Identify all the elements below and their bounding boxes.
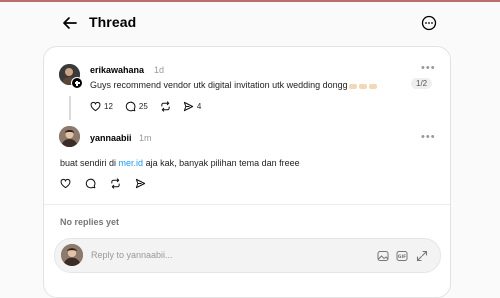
more-circle-icon[interactable] (421, 15, 437, 31)
repost-button[interactable] (160, 101, 171, 112)
avatar (61, 244, 83, 266)
page-title: Thread (89, 14, 137, 30)
reply-text: buat sendiri di mer.id aja kak, banyak p… (60, 158, 300, 168)
reply-input[interactable]: Reply to yannaabii... GIF (54, 238, 441, 273)
share-icon (183, 101, 194, 112)
reply-text-part: buat sendiri di (60, 158, 119, 168)
reply-placeholder: Reply to yannaabii... (91, 250, 173, 260)
svg-text:GIF: GIF (398, 254, 406, 260)
like-button[interactable]: 12 (90, 101, 113, 112)
thread-header: Thread (0, 0, 500, 46)
repost-icon (110, 178, 121, 189)
back-arrow-icon[interactable] (62, 15, 78, 31)
share-count: 4 (196, 102, 202, 111)
reply-link[interactable]: mer.id (119, 158, 144, 168)
post-text: Guys recommend vendor utk digital invita… (90, 80, 379, 91)
share-button[interactable]: 4 (183, 101, 201, 112)
comment-icon (125, 101, 136, 112)
post-username[interactable]: erikawahana (90, 65, 144, 75)
share-icon (135, 178, 146, 189)
follow-plus-icon[interactable] (71, 77, 83, 89)
reply-time: 1m (139, 133, 152, 143)
repost-button[interactable] (110, 178, 121, 189)
avatar[interactable] (59, 126, 80, 147)
gif-icon[interactable]: GIF (396, 249, 408, 261)
comment-icon (85, 178, 96, 189)
thread-line (69, 96, 71, 120)
more-dots-icon[interactable]: ••• (421, 131, 436, 143)
share-button[interactable] (135, 178, 146, 189)
post-text-content: Guys recommend vendor utk digital invita… (90, 80, 348, 90)
expand-icon[interactable] (416, 249, 428, 262)
like-count: 12 (104, 102, 113, 111)
comment-button[interactable] (85, 178, 96, 189)
image-pager-badge[interactable]: 1/2 (411, 78, 433, 89)
post-time: 1d (154, 65, 165, 75)
thread-card: erikawahana 1d ••• Guys recommend vendor… (43, 46, 451, 298)
reply-actions (60, 178, 160, 189)
reply-text-part: aja kak, banyak pilihan tema dan freee (143, 158, 300, 168)
post-actions: 12 25 4 (90, 101, 213, 112)
heart-icon (90, 101, 101, 112)
image-icon[interactable] (377, 249, 389, 261)
comment-button[interactable]: 25 (125, 101, 148, 112)
reply-username[interactable]: yannaabii (90, 133, 132, 143)
emoji-icon (348, 81, 379, 91)
heart-icon (60, 178, 71, 189)
like-button[interactable] (60, 178, 71, 189)
comment-count: 25 (138, 102, 148, 111)
divider (44, 204, 450, 205)
repost-icon (160, 101, 171, 112)
more-dots-icon[interactable]: ••• (421, 62, 436, 74)
no-replies-label: No replies yet (60, 217, 120, 227)
